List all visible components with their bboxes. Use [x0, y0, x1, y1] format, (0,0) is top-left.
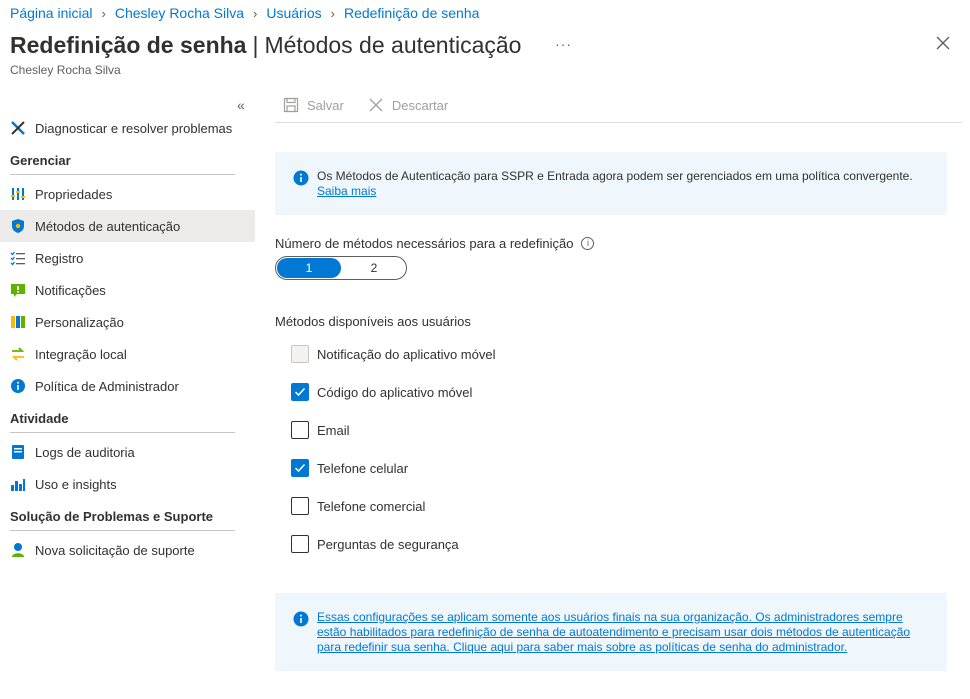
checkmark-icon [294, 463, 306, 473]
save-button[interactable]: Salvar [275, 97, 344, 113]
save-icon [283, 97, 299, 113]
bar-chart-icon [10, 476, 26, 492]
method-mobile-app-code[interactable]: Código do aplicativo móvel [291, 383, 472, 401]
methods-required-label-row: Número de métodos necessários para a red… [275, 236, 595, 251]
checklist-icon [10, 250, 26, 266]
method-mobile-app-notification[interactable]: Notificação do aplicativo móvel [291, 345, 495, 363]
chevron-right-icon: › [253, 5, 258, 21]
breadcrumb-users[interactable]: Usuários [266, 5, 321, 21]
methods-required-label: Número de métodos necessários para a red… [275, 236, 574, 251]
section-header-manage: Gerenciar [0, 144, 255, 178]
sidebar-item-notifications[interactable]: Notificações [0, 274, 255, 306]
checkbox[interactable] [291, 535, 309, 553]
notification-icon [10, 282, 26, 298]
breadcrumb-home[interactable]: Página inicial [10, 5, 93, 21]
palette-icon [10, 314, 26, 330]
checkbox-checked[interactable] [291, 459, 309, 477]
info-icon [293, 170, 309, 215]
info-banner-top: Os Métodos de Autenticação para SSPR e E… [275, 152, 947, 215]
info-icon [10, 378, 26, 394]
wrench-icon [10, 120, 26, 136]
page-title: Redefinição de senha | Métodos de autent… [10, 32, 521, 59]
sidebar-item-auth-methods[interactable]: Métodos de autenticação [0, 210, 255, 242]
chevron-right-icon: › [101, 5, 106, 21]
page-title-main: Redefinição de senha [10, 32, 247, 58]
section-header-support: Solução de Problemas e Suporte [0, 500, 255, 534]
checkmark-icon [294, 387, 306, 397]
method-mobile-phone[interactable]: Telefone celular [291, 459, 408, 477]
learn-more-link[interactable]: Saiba mais [317, 184, 376, 198]
sidebar-item-registration[interactable]: Registro [0, 242, 255, 274]
info-banner-text: Os Métodos de Autenticação para SSPR e E… [317, 169, 913, 183]
sidebar-item-label: Registro [35, 250, 84, 266]
page-subtitle: Chesley Rocha Silva [10, 63, 121, 77]
methods-required-toggle: 1 2 [275, 256, 407, 280]
close-icon[interactable] [936, 36, 954, 54]
sidebar-item-label: Nova solicitação de suporte [35, 542, 195, 558]
chevron-right-icon: › [330, 5, 335, 21]
more-options-button[interactable]: ··· [555, 36, 572, 52]
sync-arrows-icon [10, 346, 26, 362]
sidebar-item-label: Métodos de autenticação [35, 218, 181, 234]
methods-required-option-1[interactable]: 1 [277, 258, 341, 278]
support-person-icon [10, 542, 26, 558]
sidebar-item-audit-logs[interactable]: Logs de auditoria [0, 436, 255, 468]
sidebar: Diagnosticar e resolver problemas Gerenc… [0, 112, 255, 566]
checkbox[interactable] [291, 345, 309, 363]
sidebar-item-label: Logs de auditoria [35, 444, 135, 460]
section-header-activity: Atividade [0, 402, 255, 436]
checkbox[interactable] [291, 421, 309, 439]
sidebar-item-label: Personalização [35, 314, 124, 330]
sidebar-item-customization[interactable]: Personalização [0, 306, 255, 338]
sidebar-item-label: Integração local [35, 346, 127, 362]
methods-available-label: Métodos disponíveis aos usuários [275, 314, 471, 329]
sidebar-item-onprem[interactable]: Integração local [0, 338, 255, 370]
admin-password-policy-link[interactable]: Essas configurações se aplicam somente a… [317, 610, 910, 654]
sidebar-item-diagnose[interactable]: Diagnosticar e resolver problemas [0, 112, 255, 144]
sidebar-item-properties[interactable]: Propriedades [0, 178, 255, 210]
sidebar-item-admin-policy[interactable]: Política de Administrador [0, 370, 255, 402]
sidebar-item-label: Política de Administrador [35, 378, 179, 394]
sidebar-item-usage[interactable]: Uso e insights [0, 468, 255, 500]
methods-required-option-2[interactable]: 2 [342, 257, 406, 279]
discard-icon [369, 98, 383, 112]
sidebar-item-label: Notificações [35, 282, 106, 298]
sidebar-item-label: Diagnosticar e resolver problemas [35, 120, 233, 136]
sidebar-item-new-support-request[interactable]: Nova solicitação de suporte [0, 534, 255, 566]
method-security-questions[interactable]: Perguntas de segurança [291, 535, 459, 553]
info-tooltip-icon[interactable]: i [581, 237, 595, 250]
sidebar-item-label: Propriedades [35, 186, 113, 202]
method-email[interactable]: Email [291, 421, 350, 439]
breadcrumb: Página inicial › Chesley Rocha Silva › U… [10, 4, 479, 22]
breadcrumb-password-reset[interactable]: Redefinição de senha [344, 5, 479, 21]
page-title-section: Métodos de autenticação [264, 32, 522, 58]
checkbox-checked[interactable] [291, 383, 309, 401]
log-book-icon [10, 444, 26, 460]
shield-icon [10, 218, 26, 234]
title-divider: | [252, 32, 259, 58]
discard-button[interactable]: Descartar [360, 97, 448, 113]
collapse-sidebar-button[interactable]: « [237, 97, 245, 113]
breadcrumb-user[interactable]: Chesley Rocha Silva [115, 5, 244, 21]
method-office-phone[interactable]: Telefone comercial [291, 497, 425, 515]
checkbox[interactable] [291, 497, 309, 515]
sidebar-item-label: Uso e insights [35, 476, 117, 492]
command-bar: Salvar Descartar [275, 88, 962, 123]
info-icon [293, 611, 309, 671]
properties-icon [10, 186, 26, 202]
info-banner-bottom: Essas configurações se aplicam somente a… [275, 593, 947, 671]
